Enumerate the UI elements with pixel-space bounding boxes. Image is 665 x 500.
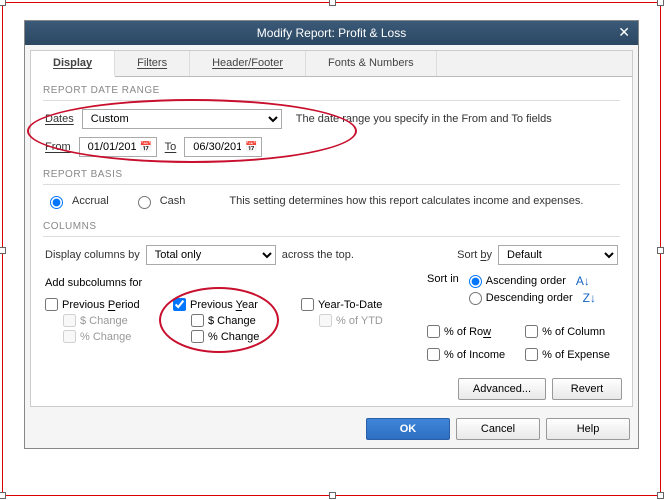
titlebar: Modify Report: Profit & Loss ✕	[25, 21, 638, 45]
across-top-label: across the top.	[282, 249, 354, 261]
from-label: From	[45, 141, 71, 153]
close-icon[interactable]: ✕	[618, 24, 630, 41]
ascending-radio[interactable]	[469, 275, 482, 288]
from-date-field[interactable]: 📅	[79, 137, 157, 157]
date-range-hint: The date range you specify in the From a…	[296, 113, 552, 125]
modify-report-dialog: Modify Report: Profit & Loss ✕ Display F…	[24, 20, 639, 449]
pct-of-income-checkbox[interactable]	[427, 348, 440, 361]
add-subcolumns-label: Add subcolumns for	[45, 277, 401, 289]
ytd-checkbox[interactable]	[301, 298, 314, 311]
descending-radio[interactable]	[469, 292, 482, 305]
to-date-field[interactable]: 📅	[184, 137, 262, 157]
accrual-radio-label[interactable]: Accrual	[45, 193, 109, 209]
advanced-button[interactable]: Advanced...	[458, 378, 546, 400]
tab-display[interactable]: Display	[31, 51, 115, 77]
tab-fonts-numbers[interactable]: Fonts & Numbers	[306, 51, 437, 76]
sort-asc-icon: A↓	[576, 274, 590, 288]
to-date-input[interactable]	[189, 139, 245, 155]
pp-pct-change-checkbox	[63, 330, 76, 343]
tab-filters[interactable]: Filters	[115, 51, 190, 76]
pct-of-column-checkbox[interactable]	[525, 325, 538, 338]
pct-of-row-checkbox[interactable]	[427, 325, 440, 338]
dates-label: Dates	[45, 113, 74, 125]
pp-dollar-change-checkbox	[63, 314, 76, 327]
tab-header-footer[interactable]: Header/Footer	[190, 51, 306, 76]
window-title: Modify Report: Profit & Loss	[257, 26, 406, 40]
display-columns-by-select[interactable]: Total only	[146, 245, 276, 265]
ok-button[interactable]: OK	[366, 418, 450, 440]
previous-year-label: Previous Year	[190, 299, 258, 311]
section-columns: COLUMNS	[31, 213, 632, 232]
pct-of-row-label: % of Row	[444, 326, 491, 338]
previous-period-checkbox[interactable]	[45, 298, 58, 311]
basis-hint: This setting determines how this report …	[229, 195, 583, 207]
sort-by-select[interactable]: Default	[498, 245, 618, 265]
previous-period-label: Previous Period	[62, 299, 140, 311]
to-label: To	[165, 141, 177, 153]
display-columns-by-label: Display columns by	[45, 249, 140, 261]
sort-in-label: Sort in	[427, 271, 459, 285]
previous-year-checkbox[interactable]	[173, 298, 186, 311]
pct-of-expense-checkbox[interactable]	[525, 348, 538, 361]
py-pct-change-checkbox[interactable]	[191, 330, 204, 343]
pct-of-ytd-checkbox	[319, 314, 332, 327]
dates-select[interactable]: Custom	[82, 109, 282, 129]
descending-radio-label[interactable]: Descending orderZ↓	[469, 291, 596, 305]
sort-desc-icon: Z↓	[583, 291, 596, 305]
from-date-input[interactable]	[84, 139, 140, 155]
dialog-footer: OK Cancel Help	[25, 412, 638, 448]
accrual-radio[interactable]	[50, 196, 63, 209]
sort-by-label: Sort by	[457, 249, 492, 261]
revert-button[interactable]: Revert	[552, 378, 622, 400]
cancel-button[interactable]: Cancel	[456, 418, 540, 440]
cash-radio[interactable]	[138, 196, 151, 209]
cash-radio-label[interactable]: Cash	[133, 193, 186, 209]
py-dollar-change-checkbox[interactable]	[191, 314, 204, 327]
calendar-icon[interactable]: 📅	[245, 142, 257, 153]
ascending-radio-label[interactable]: Ascending orderA↓	[469, 274, 596, 288]
help-button[interactable]: Help	[546, 418, 630, 440]
section-report-basis: REPORT BASIS	[31, 161, 632, 180]
calendar-icon[interactable]: 📅	[140, 142, 152, 153]
section-date-range: REPORT DATE RANGE	[31, 77, 632, 96]
tabs: Display Filters Header/Footer Fonts & Nu…	[31, 51, 632, 77]
